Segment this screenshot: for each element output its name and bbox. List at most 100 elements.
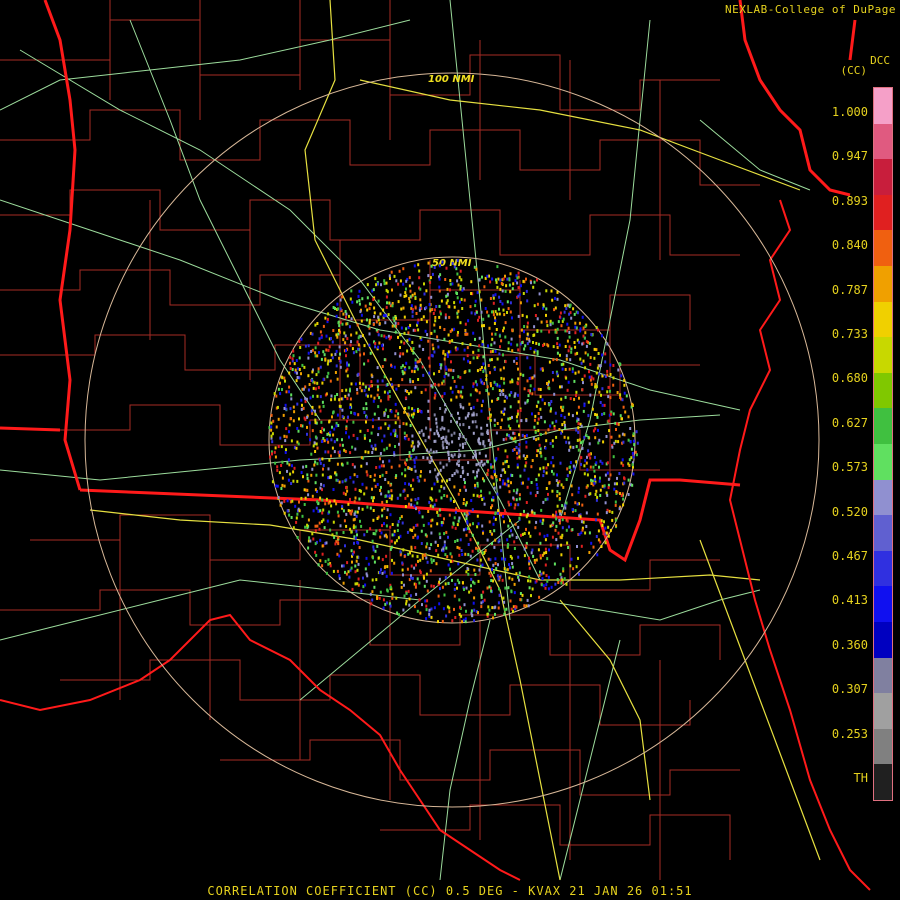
echo-pixel: [526, 321, 529, 325]
echo-pixel: [529, 491, 532, 495]
echo-pixel: [607, 395, 610, 399]
echo-pixel: [446, 354, 449, 358]
echo-pixel: [454, 616, 457, 619]
echo-pixel: [407, 552, 410, 556]
echo-pixel: [453, 594, 456, 598]
echo-pixel: [457, 519, 460, 523]
echo-pixel: [475, 310, 478, 314]
echo-pixel: [350, 411, 353, 415]
echo-pixel: [474, 420, 477, 424]
echo-pixel: [487, 314, 490, 318]
echo-pixel: [373, 478, 376, 482]
echo-pixel: [321, 473, 324, 477]
echo-pixel: [505, 459, 508, 463]
echo-pixel: [571, 367, 574, 371]
echo-pixel: [283, 511, 286, 515]
echo-pixel: [478, 437, 480, 441]
echo-pixel: [354, 447, 357, 451]
echo-pixel: [561, 526, 564, 530]
echo-pixel: [301, 514, 304, 518]
echo-pixel: [537, 449, 540, 453]
echo-pixel: [356, 437, 359, 441]
echo-pixel: [499, 300, 502, 303]
echo-pixel: [366, 574, 369, 578]
echo-pixel: [441, 619, 444, 623]
echo-pixel: [298, 368, 301, 371]
echo-pixel: [442, 607, 445, 611]
echo-pixel: [314, 529, 317, 533]
echo-pixel: [569, 303, 572, 307]
echo-pixel: [607, 419, 610, 423]
echo-pixel: [543, 551, 546, 555]
echo-pixel: [288, 423, 291, 427]
echo-pixel: [528, 575, 531, 579]
echo-pixel: [355, 559, 358, 563]
echo-pixel: [458, 553, 461, 557]
echo-pixel: [332, 569, 335, 573]
echo-pixel: [481, 324, 483, 328]
echo-pixel: [291, 464, 293, 468]
echo-pixel: [369, 351, 372, 355]
echo-pixel: [502, 329, 504, 333]
echo-pixel: [345, 486, 347, 490]
echo-pixel: [418, 581, 421, 585]
echo-pixel: [285, 448, 287, 452]
echo-pixel: [474, 476, 477, 480]
echo-pixel: [390, 571, 393, 575]
echo-pixel: [320, 357, 323, 361]
echo-pixel: [312, 509, 315, 513]
echo-pixel: [310, 452, 313, 456]
echo-pixel: [430, 331, 433, 335]
echo-pixel: [636, 441, 639, 445]
echo-pixel: [460, 278, 463, 282]
echo-pixel: [412, 448, 415, 452]
echo-pixel: [580, 462, 582, 466]
echo-pixel: [286, 499, 289, 503]
echo-pixel: [348, 575, 351, 579]
echo-pixel: [537, 437, 540, 441]
echo-pixel: [398, 464, 401, 468]
echo-pixel: [421, 553, 424, 557]
echo-pixel: [496, 285, 499, 289]
echo-pixel: [515, 491, 518, 495]
echo-pixel: [630, 447, 633, 451]
echo-pixel: [498, 384, 501, 388]
echo-pixel: [411, 554, 414, 558]
echo-pixel: [513, 394, 516, 398]
echo-pixel: [494, 316, 496, 320]
echo-pixel: [428, 460, 431, 464]
echo-pixel: [571, 370, 574, 374]
echo-pixel: [621, 398, 624, 402]
echo-pixel: [387, 490, 390, 494]
echo-pixel: [338, 328, 340, 332]
echo-pixel: [532, 436, 535, 440]
echo-pixel: [556, 473, 558, 477]
echo-pixel: [413, 408, 416, 412]
echo-pixel: [373, 585, 376, 589]
echo-pixel: [535, 483, 538, 487]
echo-pixel: [517, 377, 520, 381]
echo-pixel: [594, 475, 596, 479]
echo-pixel: [577, 405, 580, 409]
echo-pixel: [372, 323, 375, 326]
echo-pixel: [545, 471, 548, 475]
echo-pixel: [383, 334, 386, 338]
echo-pixel: [473, 596, 476, 600]
echo-pixel: [537, 548, 540, 552]
echo-pixel: [456, 538, 459, 542]
echo-pixel: [328, 420, 331, 424]
echo-pixel: [412, 380, 414, 384]
echo-pixel: [498, 352, 501, 356]
echo-pixel: [523, 604, 526, 608]
echo-pixel: [371, 598, 374, 602]
echo-pixel: [339, 360, 342, 364]
echo-pixel: [272, 419, 275, 423]
echo-pixel: [605, 435, 608, 438]
echo-pixel: [601, 461, 604, 465]
echo-pixel: [289, 355, 292, 359]
echo-pixel: [577, 418, 580, 422]
echo-pixel: [291, 368, 294, 371]
echo-pixel: [394, 432, 397, 436]
echo-pixel: [581, 315, 584, 319]
echo-pixel: [281, 476, 284, 480]
